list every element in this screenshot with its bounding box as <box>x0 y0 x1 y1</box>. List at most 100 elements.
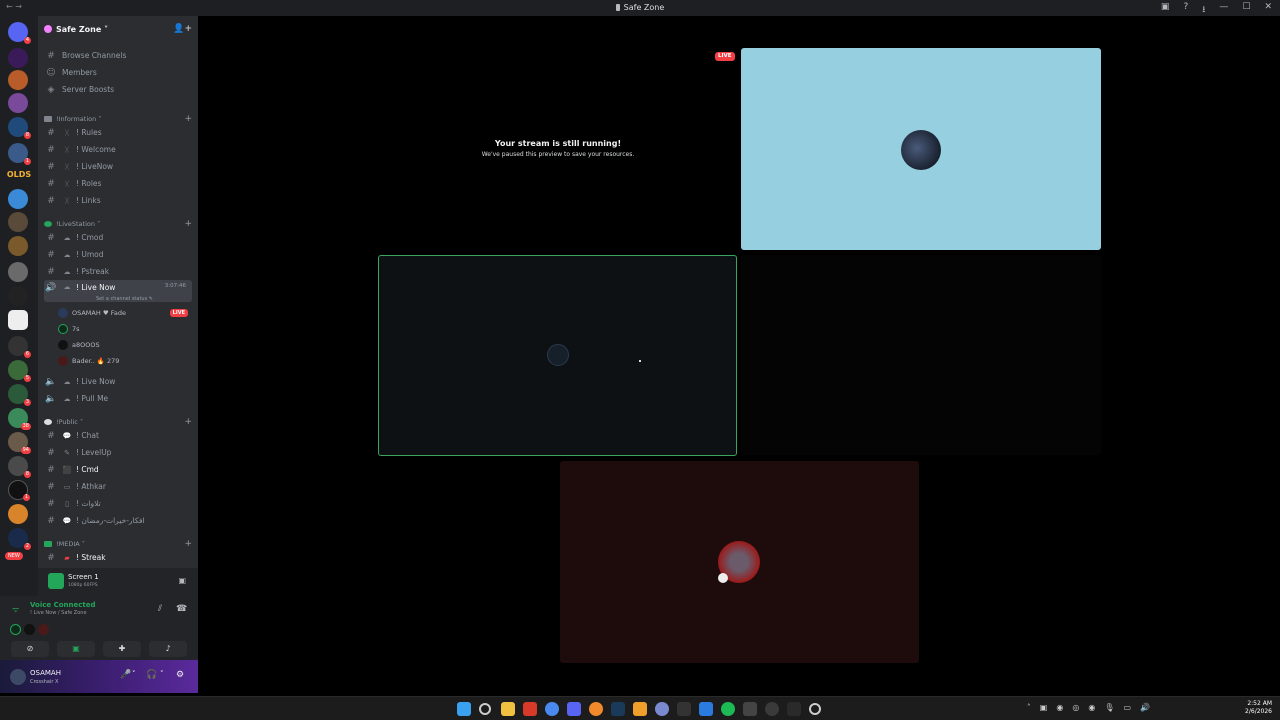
tray-app-icon[interactable]: ◉ <box>1056 703 1063 712</box>
add-channel-icon[interactable]: + <box>184 114 192 124</box>
user-avatar[interactable] <box>10 669 26 685</box>
channel-cmod[interactable]: # ☁! Cmod <box>44 230 192 245</box>
user-name[interactable]: OSAMAH <box>30 669 61 677</box>
app-icon[interactable] <box>809 703 821 715</box>
screen-share-quality[interactable]: 1080p 60FPS <box>68 583 98 588</box>
activities-button[interactable]: ✚ <box>103 641 141 657</box>
channel-tilawat[interactable]: # ▯! تلاوات <box>44 496 192 511</box>
invite-people-icon[interactable]: 👤+ <box>173 24 192 34</box>
server-icon[interactable]: 5 <box>8 360 31 382</box>
server-boosts[interactable]: ◈ Server Boosts <box>44 82 192 97</box>
voice-user-a8ooos[interactable]: a8OOOS <box>58 338 188 352</box>
server-icon[interactable]: 2 <box>8 528 31 550</box>
server-olds[interactable]: OLDS <box>6 170 32 179</box>
server-icon[interactable]: 38 <box>8 408 31 430</box>
voice-channel-pull-me[interactable]: 🔈 ☁! Pull Me <box>44 391 192 406</box>
terminal-icon[interactable] <box>743 702 757 716</box>
server-icon[interactable] <box>8 48 28 68</box>
members[interactable]: ☺ Members <box>44 65 192 80</box>
voice-channel-live-now[interactable]: 🔈 ☁! Live Now <box>44 374 192 389</box>
popout-icon[interactable]: ▣ <box>178 576 186 585</box>
channel-rules[interactable]: # ᚷ! Rules <box>44 125 192 140</box>
new-badge[interactable]: NEW <box>5 552 23 560</box>
chrome-icon[interactable] <box>545 702 559 716</box>
server-icon[interactable] <box>8 286 28 306</box>
voice-location[interactable]: ! Live Now / Safe Zone <box>30 610 87 616</box>
participant-tile[interactable] <box>741 48 1101 250</box>
app-icon[interactable] <box>523 702 537 716</box>
avatar[interactable] <box>10 624 21 635</box>
soundboard-button[interactable]: ♪ <box>149 641 187 657</box>
avatar[interactable] <box>38 624 49 635</box>
add-channel-icon[interactable]: + <box>184 539 192 549</box>
clock[interactable]: 2:52 AM 2/6/2026 <box>1245 700 1272 716</box>
participant-tile[interactable] <box>741 255 1101 455</box>
steam-icon[interactable] <box>611 702 625 716</box>
signal-icon[interactable]: ᯤ <box>12 604 19 615</box>
channel-athkar[interactable]: # ▭! Athkar <box>44 479 192 494</box>
channel-welcome[interactable]: # ᚷ! Welcome <box>44 142 192 157</box>
tray-app-icon[interactable]: ▣ <box>1040 703 1048 712</box>
tray-network-icon[interactable]: ▭ <box>1123 703 1131 712</box>
server-icon[interactable]: 1 <box>8 480 30 501</box>
server-icon[interactable] <box>8 262 28 282</box>
tray-app-icon[interactable]: ◎ <box>1072 703 1079 712</box>
channel-streak[interactable]: # ▰! Streak <box>44 550 192 565</box>
channel-livenow[interactable]: # ᚷ! LiveNow <box>44 159 192 174</box>
server-header[interactable]: Safe Zone ˅ 👤+ <box>44 22 192 36</box>
app-icon[interactable] <box>655 702 669 716</box>
set-channel-status[interactable]: Set a channel status ✎ <box>96 296 153 302</box>
voice-user-bader[interactable]: Bader.. 🔥 279 <box>58 354 188 368</box>
channel-roles[interactable]: # ᚷ! Roles <box>44 176 192 191</box>
channel-umod[interactable]: # ☁! Umod <box>44 247 192 262</box>
microphone-icon[interactable]: 🎤 <box>120 670 131 680</box>
server-icon[interactable]: 8 <box>8 456 31 478</box>
category-public[interactable]: ! Public ˅ + <box>44 414 192 429</box>
server-icon[interactable] <box>8 236 28 256</box>
file-explorer-icon[interactable] <box>501 702 515 716</box>
category-livestation[interactable]: ! LiveStation ˅ + <box>44 216 192 231</box>
server-icon[interactable] <box>8 310 28 330</box>
tray-app-icon[interactable]: ◉ <box>1088 703 1095 712</box>
server-icon[interactable]: 1 <box>8 143 31 165</box>
channel-chat[interactable]: # 💬! Chat <box>44 428 192 443</box>
browse-channels[interactable]: # Browse Channels <box>44 48 192 63</box>
disconnect-icon[interactable]: ☎ <box>176 604 187 614</box>
server-icon[interactable]: 6 <box>8 336 31 358</box>
audio-options-chevron-icon[interactable]: ˅ <box>160 670 164 678</box>
app-icon[interactable] <box>633 702 647 716</box>
participant-tile-speaking[interactable] <box>378 255 737 456</box>
app-icon[interactable] <box>765 702 779 716</box>
server-icon[interactable] <box>8 70 28 90</box>
camera-off-button[interactable]: ⊘ <box>11 641 49 657</box>
add-channel-icon[interactable]: + <box>184 219 192 229</box>
channel-links[interactable]: # ᚷ! Links <box>44 193 192 208</box>
voice-user-7s[interactable]: 7s <box>58 322 188 336</box>
browser-icon[interactable] <box>589 702 603 716</box>
category-media[interactable]: ! MEDIA ˅ + <box>44 536 192 551</box>
server-icon[interactable]: 8 <box>8 117 31 139</box>
app-icon[interactable] <box>677 702 691 716</box>
mic-options-chevron-icon[interactable]: ˅ <box>132 670 136 678</box>
server-icon[interactable] <box>8 212 28 232</box>
app-icon[interactable] <box>787 702 801 716</box>
channel-pstreak[interactable]: # ☁! Pstreak <box>44 264 192 279</box>
channel-cmd[interactable]: # ⬛! Cmd <box>44 462 192 477</box>
channel-ramadan[interactable]: # 💬! افكار-خيرات-رمضان <box>44 513 192 528</box>
tray-volume-icon[interactable]: 🔊 <box>1140 703 1150 712</box>
participant-tile[interactable] <box>560 461 919 663</box>
category-information[interactable]: ! Information ˅ + <box>44 111 192 126</box>
server-icon[interactable] <box>8 189 28 209</box>
channel-levelup[interactable]: # ✎! LevelUp <box>44 445 192 460</box>
headphones-icon[interactable]: 🎧 <box>146 670 157 680</box>
voice-status[interactable]: Voice Connected <box>30 601 96 609</box>
app-icon[interactable] <box>699 702 713 716</box>
spotify-icon[interactable] <box>721 702 735 716</box>
screen-share-button[interactable]: ▣ <box>57 641 95 657</box>
add-channel-icon[interactable]: + <box>184 417 192 427</box>
tray-chevron-icon[interactable]: ˄ <box>1027 703 1031 712</box>
tray-mic-icon[interactable]: 🎙 <box>1104 703 1114 712</box>
server-icon[interactable]: 3 <box>8 384 31 406</box>
voice-user-osamah[interactable]: OSAMAH ♥ Fade LIVE <box>58 306 188 320</box>
noise-suppression-icon[interactable]: ⫽ <box>158 604 162 614</box>
